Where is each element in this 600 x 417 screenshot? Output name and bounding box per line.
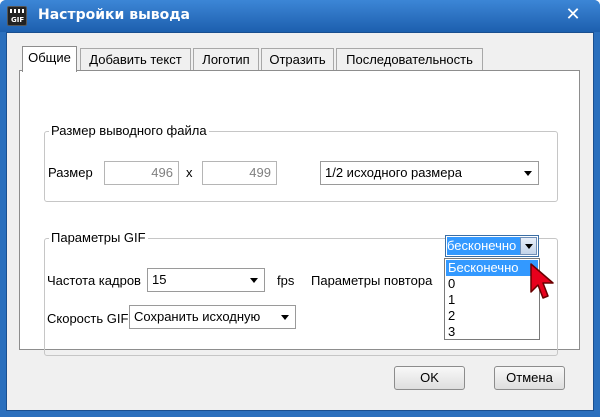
speed-select[interactable]: Сохранить исходную <box>129 305 296 329</box>
chevron-down-icon <box>250 278 258 283</box>
fps-label: fps <box>277 273 295 288</box>
chevron-down-icon <box>281 315 289 320</box>
gif-params-group-title: Параметры GIF <box>49 230 148 245</box>
tab-mirror[interactable]: Отразить <box>261 48 334 71</box>
scale-select-value: 1/2 исходного размера <box>325 165 462 180</box>
gif-clapperboard-icon: GIF <box>7 6 27 26</box>
framerate-label: Частота кадров <box>47 273 141 288</box>
red-pointer-cursor-icon <box>530 263 554 299</box>
speed-value: Сохранить исходную <box>134 309 261 324</box>
dialog-window: GIF Настройки вывода ✕ Общие Добавить те… <box>0 0 600 417</box>
ok-button[interactable]: OK <box>394 366 465 390</box>
title-bar[interactable]: GIF Настройки вывода ✕ <box>0 0 600 32</box>
repeat-dropdown-list: Бесконечно 0 1 2 3 <box>444 258 540 340</box>
tab-logo[interactable]: Логотип <box>193 48 259 71</box>
cancel-button[interactable]: Отмена <box>494 366 565 390</box>
size-label: Размер <box>48 165 93 180</box>
repeat-value: бесконечно <box>447 237 521 255</box>
dropdown-option-3[interactable]: 3 <box>446 324 538 340</box>
output-size-group-title: Размер выводного файла <box>49 123 209 138</box>
repeat-select[interactable]: бесконечно <box>445 235 539 257</box>
window-title: Настройки вывода <box>38 7 190 23</box>
dropdown-option-2[interactable]: 2 <box>446 308 538 324</box>
speed-label: Скорость GIF <box>47 311 129 326</box>
tab-add-text[interactable]: Добавить текст <box>80 48 191 71</box>
dropdown-option-0[interactable]: 0 <box>446 276 538 292</box>
scale-select[interactable]: 1/2 исходного размера <box>320 161 539 185</box>
dialog-body: Общие Добавить текст Логотип Отразить По… <box>6 32 594 411</box>
dropdown-option-infinite[interactable]: Бесконечно <box>446 260 538 276</box>
repeat-label: Параметры повтора <box>311 273 433 288</box>
width-field[interactable]: 496 <box>104 161 179 185</box>
chevron-down-icon <box>524 171 532 176</box>
framerate-select[interactable]: 15 <box>147 268 265 292</box>
framerate-value: 15 <box>152 272 167 287</box>
chevron-down-icon[interactable] <box>520 237 537 255</box>
dropdown-option-1[interactable]: 1 <box>446 292 538 308</box>
close-icon[interactable]: ✕ <box>563 5 583 25</box>
height-field[interactable]: 499 <box>202 161 277 185</box>
tab-general[interactable]: Общие <box>22 46 77 72</box>
tab-sequence[interactable]: Последовательность <box>336 48 483 71</box>
size-separator: x <box>186 165 193 180</box>
